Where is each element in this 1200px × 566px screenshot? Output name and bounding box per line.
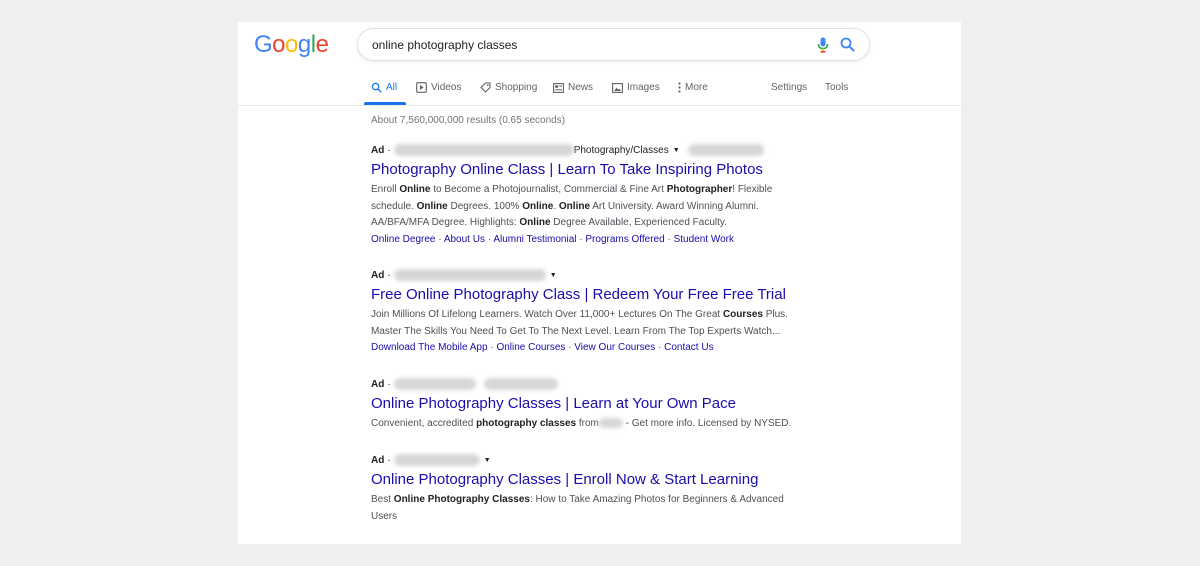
ad-sitelinks: Download The Mobile App · Online Courses… [371,340,811,356]
logo-letter: o [285,31,298,58]
sitelink[interactable]: View Our Courses [574,342,655,353]
settings-link[interactable]: Settings [771,82,807,93]
blurred-url [393,378,476,390]
tab-videos[interactable]: Videos [416,82,461,93]
sitelink[interactable]: Alumni Testimonial [493,234,576,245]
blurred-phone [687,144,764,156]
ad-description: Join Millions Of Lifelong Learners. Watc… [371,307,811,340]
logo-letter: g [297,31,311,58]
blurred-text [598,418,623,429]
microphone-icon[interactable] [817,37,829,58]
ad-url[interactable]: Photography/Classes [574,145,669,156]
logo-letter: e [315,31,329,58]
ad-description: Convenient, accredited photography class… [371,416,811,433]
active-tab-indicator [364,102,406,105]
keyword-highlight: Courses [722,309,763,320]
sitelink[interactable]: Online Degree [371,234,435,245]
sitelink[interactable]: Online Courses [496,342,565,353]
description-text: Join Millions Of Lifelong Learners. Watc… [371,309,723,320]
search-tabs: All Videos Shopping News Images More Set… [238,74,961,106]
ad-url-line: Ad · ▼ [371,269,557,281]
ad-url-line: Ad · [371,377,811,391]
keyword-highlight: Online [519,217,551,228]
tab-label: All [386,82,398,93]
search-icon [371,82,382,93]
dropdown-caret-icon[interactable]: ▼ [484,457,491,464]
keyword-highlight: Online [416,200,448,212]
sitelink[interactable]: Contact Us [664,342,713,353]
ad-title[interactable]: Online Photography Classes | Enroll Now … [371,471,811,489]
tab-shopping[interactable]: Shopping [480,82,537,93]
ad-title[interactable]: Free Online Photography Class | Redeem Y… [371,286,811,304]
tab-all[interactable]: All [371,82,397,93]
blurred-url [393,454,480,466]
sitelink-separator: · [655,342,665,353]
ad-label: Ad [371,378,385,390]
tab-label: News [568,82,594,93]
tag-icon [480,82,491,93]
ad-result: Ad · ▼ Online Photography Classes | Enro… [371,453,811,525]
keyword-highlight: Online [522,200,554,212]
ad-label: Ad [371,269,385,281]
image-icon [612,82,623,93]
sitelink[interactable]: Student Work [674,234,734,245]
keyword-highlight: Online [399,184,431,195]
blurred-phone [483,378,558,390]
tab-images[interactable]: Images [612,82,660,93]
ad-title[interactable]: Online Photography Classes | Learn at Yo… [371,395,811,413]
sitelink-separator: · [435,233,444,245]
newspaper-icon [553,82,564,93]
more-vert-icon [678,82,681,93]
description-text: Best [371,494,394,505]
ad-label: Ad [371,454,385,466]
result-stats: About 7,560,000,000 results (0.65 second… [371,115,566,126]
ad-title[interactable]: Photography Online Class | Learn To Take… [371,161,811,179]
search-box[interactable]: online photography classes [357,28,870,61]
blurred-url [393,269,546,281]
sitelink[interactable]: About Us [444,234,485,245]
ad-url-line: Ad · ▼ [371,454,491,466]
search-icon[interactable] [840,37,855,57]
ad-result: Ad · Online Photography Classes | Learn … [371,377,811,433]
results-page: Google online photography classes All Vi… [238,22,961,544]
keyword-highlight: Photographer [666,184,733,195]
logo-letter: G [254,31,273,58]
search-input[interactable]: online photography classes [372,38,517,52]
tab-label: Images [627,82,660,93]
tab-news[interactable]: News [553,82,593,93]
ad-result: Ad · Photography/Classes ▼ Photography O… [371,143,811,248]
tab-label: More [685,82,708,93]
keyword-highlight: photography classes [476,418,577,429]
blurred-url [393,144,574,156]
tab-label: Shopping [495,82,538,93]
dropdown-caret-icon[interactable]: ▼ [673,147,680,154]
keyword-highlight: Online [558,200,591,212]
description-text: Convenient, accredited [371,418,477,429]
dropdown-caret-icon[interactable]: ▼ [550,272,557,279]
description-text: to Become a Photojournalist, Commercial … [430,184,667,195]
sitelink[interactable]: Programs Offered [585,234,664,245]
tab-more[interactable]: More [678,82,708,93]
keyword-highlight: Online Photography Classes [393,494,530,505]
ad-description: Enroll Online to Become a Photojournalis… [371,182,811,232]
description-text: from [576,418,599,429]
sitelink[interactable]: Download The Mobile App [371,342,488,353]
logo-letter: o [272,31,286,58]
ad-description: Best Online Photography Classes: How to … [371,492,811,525]
tab-label: Videos [431,82,462,93]
ad-url-line: Ad · Photography/Classes ▼ [371,143,811,157]
ad-label: Ad [371,144,385,156]
description-text: Degree Available, Experienced Faculty. [550,217,727,228]
description-text: Enroll [371,184,400,195]
tools-link[interactable]: Tools [825,82,848,93]
google-logo[interactable]: Google [254,31,329,59]
sitelink-separator: · [565,342,575,353]
sitelink-separator: · [664,233,674,245]
ad-result: Ad · ▼ Free Online Photography Class | R… [371,268,811,356]
video-icon [416,82,427,93]
description-text: Degrees. 100% [447,200,523,212]
description-text: - Get more info. Licensed by NYSED. [622,418,792,429]
ad-sitelinks: Online Degree · About Us · Alumni Testim… [371,232,811,248]
